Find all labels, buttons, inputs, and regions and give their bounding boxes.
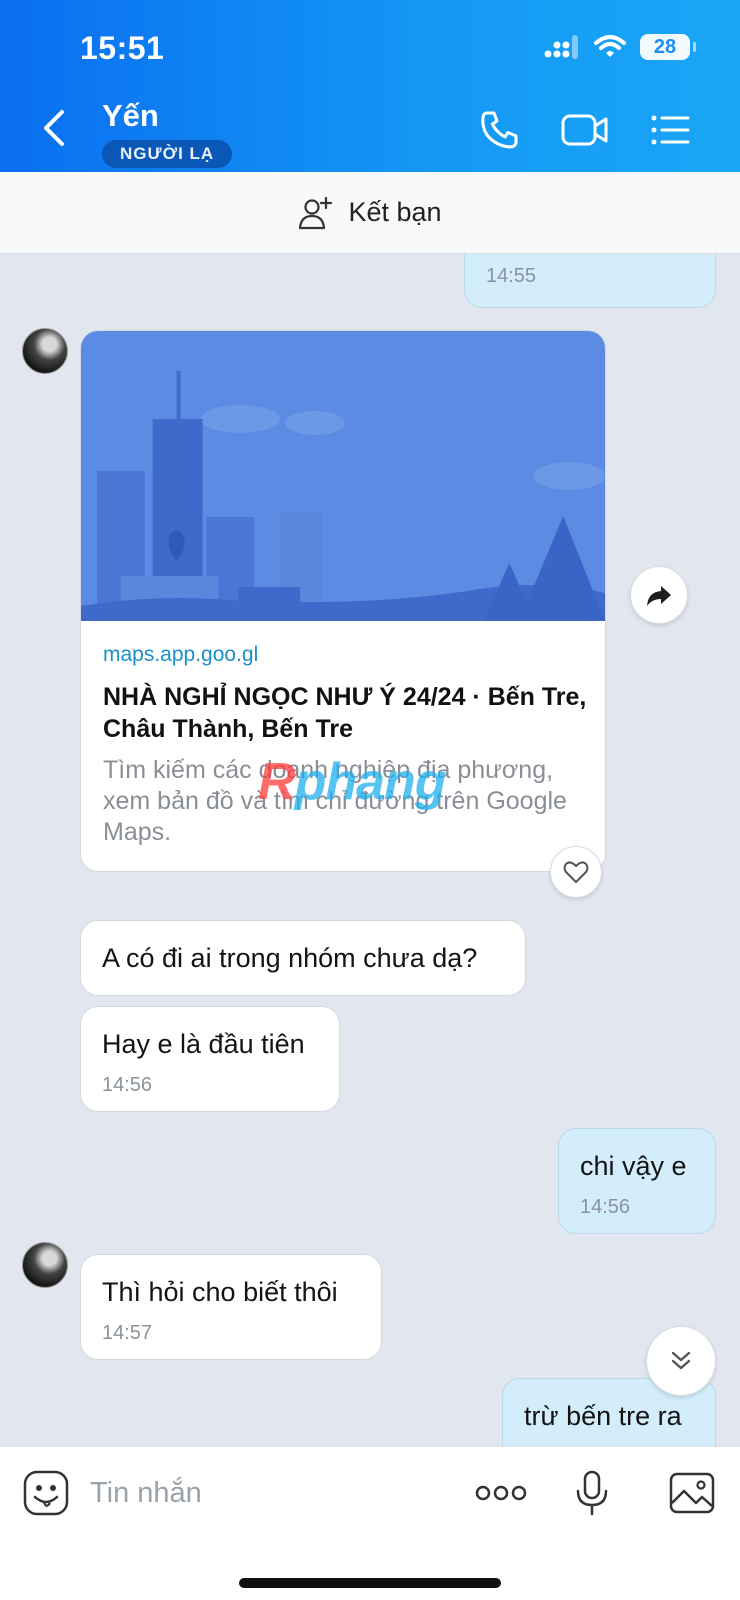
- message-text: Hay e là đầu tiên: [102, 1029, 305, 1059]
- link-domain[interactable]: maps.app.goo.gl: [103, 643, 258, 667]
- image-gallery-icon[interactable]: [668, 1469, 716, 1517]
- message-list[interactable]: 14:55 maps.app.goo.gl NHÀ NGHỈ NGỌC NHƯ …: [0, 254, 740, 1446]
- message-input-bar: Tin nhắn: [0, 1446, 740, 1600]
- status-icons: 28: [544, 34, 696, 60]
- watermark-logo: Rphang: [258, 753, 447, 811]
- sticker-emoji-icon[interactable]: [22, 1469, 70, 1517]
- message-bubble-received[interactable]: Hay e là đầu tiên 14:56: [80, 1006, 340, 1112]
- share-arrow-icon: [647, 586, 671, 606]
- chat-header: 15:51 28 Yến NGƯỜI LẠ: [0, 0, 740, 172]
- message-text: Thì hỏi cho biết thôi: [102, 1277, 338, 1307]
- message-bubble-mine[interactable]: chi vậy e 14:56: [558, 1128, 716, 1234]
- contact-avatar[interactable]: [22, 1242, 68, 1288]
- react-heart-button[interactable]: [550, 846, 602, 898]
- microphone-icon[interactable]: [568, 1469, 616, 1517]
- message-bubble-received[interactable]: A có đi ai trong nhóm chưa dạ?: [80, 920, 526, 996]
- message-bubble-mine[interactable]: 14:55: [464, 254, 716, 308]
- heart-icon: [563, 861, 589, 883]
- status-time: 15:51: [80, 30, 165, 66]
- message-text: chi vậy e: [580, 1151, 687, 1181]
- message-time: 14:55: [486, 265, 537, 287]
- home-indicator[interactable]: [239, 1578, 501, 1588]
- back-button[interactable]: [38, 108, 68, 148]
- contact-avatar[interactable]: [22, 328, 68, 374]
- message-input[interactable]: Tin nhắn: [90, 1477, 202, 1510]
- message-bubble-received[interactable]: Thì hỏi cho biết thôi 14:57: [80, 1254, 382, 1360]
- menu-list-icon[interactable]: [648, 108, 692, 152]
- video-call-icon[interactable]: [560, 108, 610, 152]
- add-friend-label: Kết bạn: [348, 197, 442, 227]
- stranger-badge: NGƯỜI LẠ: [102, 140, 233, 168]
- contact-name[interactable]: Yến: [102, 98, 159, 134]
- message-text: trừ bến tre ra: [524, 1401, 682, 1431]
- more-options-icon[interactable]: [474, 1469, 528, 1517]
- forward-button[interactable]: [630, 566, 688, 624]
- double-chevron-down-icon: [671, 1351, 691, 1370]
- message-text: A có đi ai trong nhóm chưa dạ?: [102, 943, 478, 973]
- add-friend-icon: [299, 196, 333, 229]
- message-time: 14:57: [102, 1322, 153, 1344]
- scroll-to-bottom-button[interactable]: [646, 1326, 716, 1396]
- link-title[interactable]: NHÀ NGHỈ NGỌC NHƯ Ý 24/24 · Bến Tre, Châ…: [103, 681, 593, 745]
- map-city-illustration: [81, 331, 605, 621]
- message-time: 14:56: [102, 1074, 153, 1096]
- battery-indicator: 28: [640, 34, 696, 60]
- message-time: 14:56: [580, 1196, 631, 1218]
- wifi-icon: [594, 35, 626, 57]
- phone-call-icon[interactable]: [478, 108, 522, 152]
- cellular-signal-icon: [544, 35, 578, 59]
- add-friend-button[interactable]: Kết bạn: [0, 172, 740, 254]
